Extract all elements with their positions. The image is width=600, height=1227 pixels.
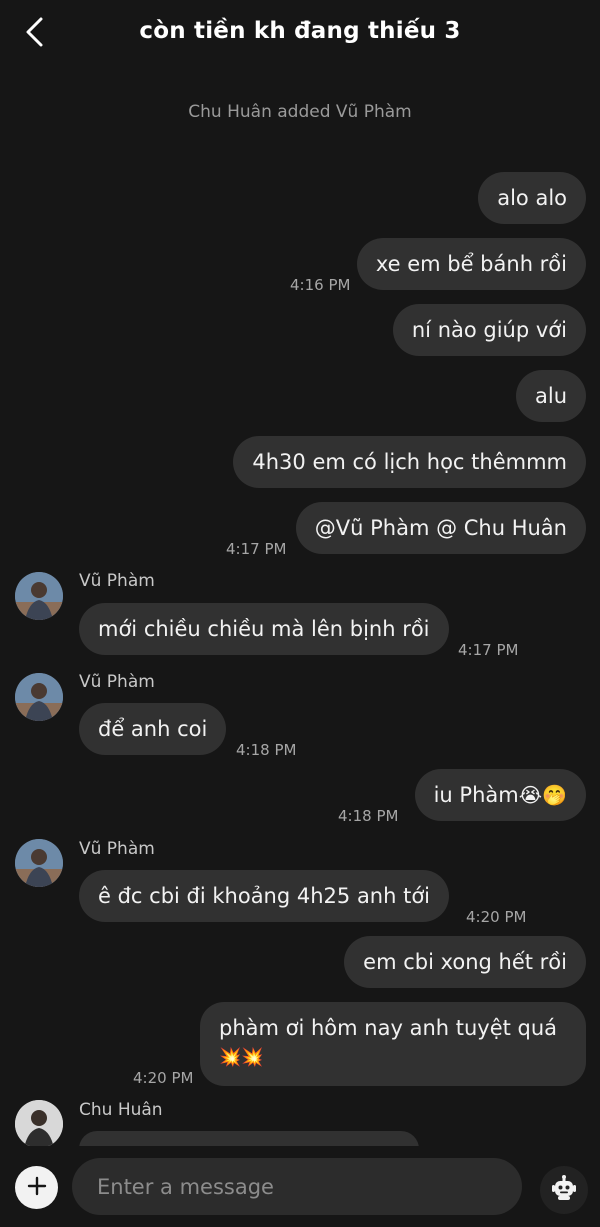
emoji: 💥💥 [219, 1047, 264, 1068]
avatar[interactable] [15, 572, 63, 620]
message-composer [0, 1146, 600, 1227]
avatar-image [15, 572, 63, 620]
message-input[interactable] [72, 1158, 522, 1215]
avatar[interactable] [15, 1100, 63, 1148]
message-bubble[interactable]: 4h30 em có lịch học thêmmm [233, 436, 586, 488]
message-bubble[interactable]: ê đc cbi đi khoảng 4h25 anh tới [79, 870, 450, 922]
sender-name: Vũ Phàm [79, 672, 155, 692]
sender-name: Vũ Phàm [79, 571, 155, 591]
message-time: 4:17 PM [226, 540, 287, 558]
message-time: 4:20 PM [133, 1069, 194, 1087]
avatar-image [15, 1100, 63, 1148]
chat-screen: còn tiền kh đang thiếu 3 Chu Huân added … [0, 0, 600, 1227]
message-bubble[interactable]: alo alo [478, 172, 586, 224]
plus-icon [27, 1176, 47, 1200]
sender-name: Chu Huân [79, 1100, 163, 1120]
message-time: 4:20 PM [466, 908, 527, 926]
avatar-image [15, 673, 63, 721]
message-bubble[interactable]: mới chiều chiều mà lên bịnh rồi [79, 603, 449, 655]
bot-button[interactable] [540, 1166, 588, 1214]
message-time: 4:18 PM [338, 807, 399, 825]
avatar[interactable] [15, 839, 63, 887]
message-time: 4:18 PM [236, 741, 297, 759]
system-notice: Chu Huân added Vũ Phàm [188, 102, 412, 122]
message-bubble[interactable]: để anh coi [79, 703, 227, 755]
add-attachment-button[interactable] [15, 1166, 58, 1209]
message-time: 4:17 PM [458, 641, 519, 659]
robot-icon [550, 1174, 578, 1206]
chat-header: còn tiền kh đang thiếu 3 [0, 0, 600, 70]
message-bubble[interactable]: ní nào giúp với [392, 304, 586, 356]
message-bubble[interactable]: phàm ơi hôm nay anh tuyệt quá 💥💥 [200, 1002, 586, 1086]
sender-name: Vũ Phàm [79, 839, 155, 859]
message-time: 4:16 PM [290, 276, 351, 294]
message-bubble[interactable]: alu [515, 370, 586, 422]
message-text: iu Phàm [433, 783, 519, 807]
message-bubble[interactable]: em cbi xong hết rồi [344, 936, 586, 988]
message-text: phàm ơi hôm nay anh tuyệt quá [219, 1016, 558, 1040]
avatar-image [15, 839, 63, 887]
avatar[interactable] [15, 673, 63, 721]
message-bubble[interactable]: xe em bể bánh rồi [356, 238, 586, 290]
message-bubble[interactable]: iu Phàm😭🤭 [414, 769, 586, 821]
emoji: 😭🤭 [518, 783, 567, 807]
chat-title[interactable]: còn tiền kh đang thiếu 3 [0, 18, 600, 44]
message-bubble[interactable]: @Vũ Phàm @ Chu Huân [295, 502, 586, 554]
